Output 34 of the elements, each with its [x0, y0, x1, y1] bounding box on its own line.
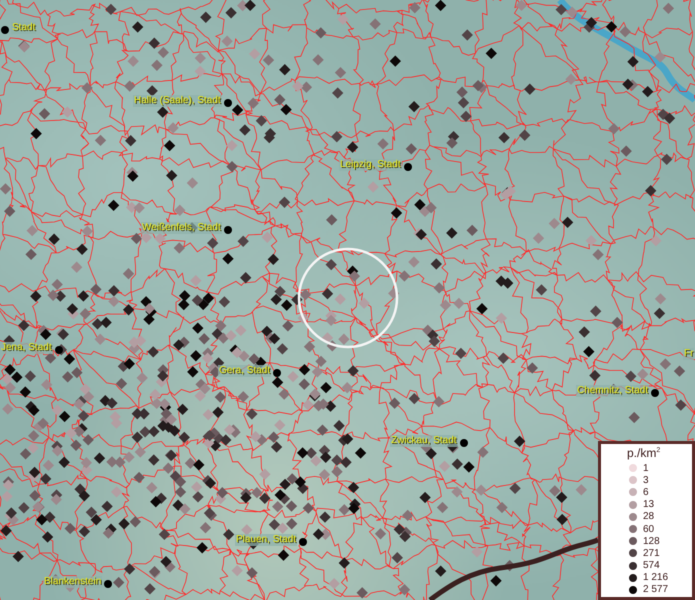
legend-label: 271: [643, 548, 660, 559]
place-label: Halle (Saale), Stadt: [133, 95, 222, 107]
place-label: Fr: [683, 348, 694, 360]
legend-label: 13: [643, 499, 654, 510]
legend-label: 128: [643, 536, 660, 547]
legend-label: 2 577: [643, 584, 668, 596]
legend-label: 574: [643, 560, 660, 572]
legend-label: 1 216: [643, 572, 668, 584]
place-label: Plauen, Stadt: [235, 534, 298, 546]
map-background[interactable]: Stadt Halle (Saale), Stadt Leipzig, Stadt Weißenfels, Stadt Jena, Stadt Gera, Stadt Chemnitz, Stadt Zwickau, Stadt Plauen, Stadt Blankenstein Fr p./km$^{2}$ 1 3 6 13 28 60 128 271 574 1 216 2 577: [0, 0, 695, 600]
place-label: Zwickau, Stadt: [390, 435, 458, 447]
legend-label: 3: [643, 474, 649, 486]
place-label: Leipzig, Stadt: [339, 159, 402, 171]
legend-label: 1: [643, 462, 649, 474]
place-label: Weißenfels, Stadt: [141, 222, 222, 234]
city-marker-icon: [1, 26, 9, 34]
legend-label: 60: [643, 524, 654, 535]
city-marker-icon: [54, 346, 63, 354]
place-label: Gera, Stadt: [218, 365, 272, 377]
legend-title: p./km$^{2}$: [627, 446, 662, 460]
place-label: Blankenstein: [43, 576, 102, 588]
city-marker-icon: [404, 162, 412, 170]
city-marker-icon: [299, 538, 308, 546]
city-marker-icon: [224, 98, 232, 106]
city-marker-icon: [273, 368, 282, 376]
city-marker-icon: [224, 226, 232, 234]
place-label: Chemnitz, Stadt: [576, 385, 650, 397]
place-label: Jena, Stadt: [0, 342, 53, 354]
legend-label: 6: [643, 486, 649, 498]
city-marker-icon: [651, 388, 660, 396]
legend-label: 28: [643, 511, 654, 522]
city-marker-icon: [460, 438, 468, 446]
place-label: Stadt: [11, 22, 36, 34]
city-marker-icon: [104, 580, 112, 588]
